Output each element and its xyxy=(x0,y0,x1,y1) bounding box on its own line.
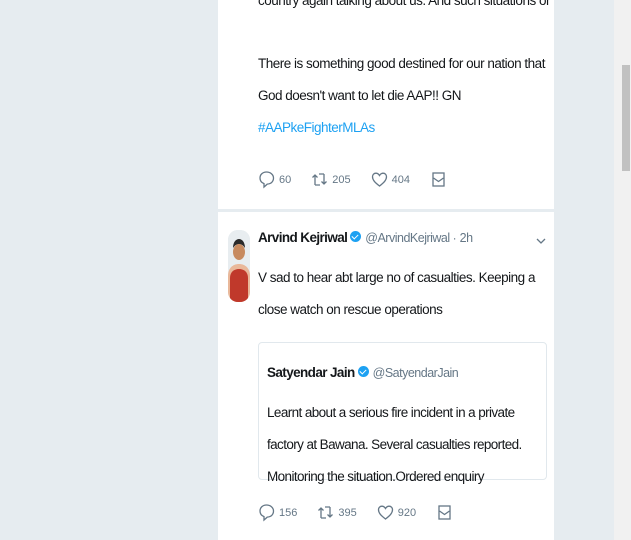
tweet-text: There is something good destined for our… xyxy=(258,48,550,144)
retweet-button[interactable]: 205 xyxy=(311,170,351,189)
author-handle[interactable]: @ArvindKejriwal xyxy=(365,231,450,245)
like-count: 404 xyxy=(391,173,410,186)
quoted-tweet[interactable]: Satyendar Jain @SatyendarJain Learnt abo… xyxy=(258,342,547,484)
verified-badge-icon xyxy=(350,231,362,242)
tweet-text: V sad to hear abt large no of casualties… xyxy=(258,270,535,317)
retweet-button[interactable]: 395 xyxy=(317,503,357,522)
like-button[interactable]: 404 xyxy=(371,170,410,189)
reply-icon xyxy=(259,504,275,522)
tweet-actions: 156 395 920 xyxy=(258,503,473,522)
message-icon xyxy=(438,505,451,520)
author-name[interactable]: Arvind Kejriwal xyxy=(258,230,348,245)
scrollbar-thumb[interactable] xyxy=(622,65,630,171)
like-icon xyxy=(371,172,387,187)
avatar[interactable] xyxy=(228,230,250,302)
quoted-tweet-text: Learnt about a serious fire incident in … xyxy=(267,405,522,484)
retweet-count: 395 xyxy=(338,506,357,519)
tweet[interactable]: Arvind Kejriwal @ArvindKejriwal · 2h V s… xyxy=(218,212,554,540)
tweet[interactable]: country again talking about us. And such… xyxy=(218,0,554,210)
reply-icon xyxy=(259,171,275,189)
tweet-timestamp[interactable]: 2h xyxy=(460,231,473,245)
direct-message-button[interactable] xyxy=(436,503,453,522)
reply-count: 60 xyxy=(279,173,292,186)
quoted-author-name: Satyendar Jain xyxy=(267,365,355,380)
separator-dot: · xyxy=(452,230,457,245)
tweet-header: Arvind Kejriwal @ArvindKejriwal · 2h xyxy=(258,230,473,245)
direct-message-button[interactable] xyxy=(430,170,447,189)
retweet-icon xyxy=(318,506,334,519)
reply-button[interactable]: 60 xyxy=(258,170,291,189)
verified-badge-icon xyxy=(357,366,369,377)
hashtag-link[interactable]: #AAPkeFighterMLAs xyxy=(258,120,375,135)
message-icon xyxy=(432,172,445,187)
tweet-text-truncated: country again talking about us. And such… xyxy=(258,0,550,8)
retweet-icon xyxy=(312,173,328,186)
avatar-image xyxy=(228,230,250,302)
quoted-tweet-header: Satyendar Jain @SatyendarJain xyxy=(267,365,459,380)
like-count: 920 xyxy=(397,506,417,519)
retweet-count: 205 xyxy=(332,173,351,186)
reply-button[interactable]: 156 xyxy=(258,503,297,522)
like-button[interactable]: 920 xyxy=(377,503,416,522)
chevron-down-icon[interactable] xyxy=(536,236,546,246)
tweet-actions: 60 205 404 xyxy=(258,170,467,189)
like-icon xyxy=(377,505,393,520)
reply-count: 156 xyxy=(279,506,298,519)
timeline: country again talking about us. And such… xyxy=(218,0,554,540)
tweet-body: There is something good destined for our… xyxy=(258,56,545,103)
quoted-author-handle: @SatyendarJain xyxy=(372,365,459,380)
